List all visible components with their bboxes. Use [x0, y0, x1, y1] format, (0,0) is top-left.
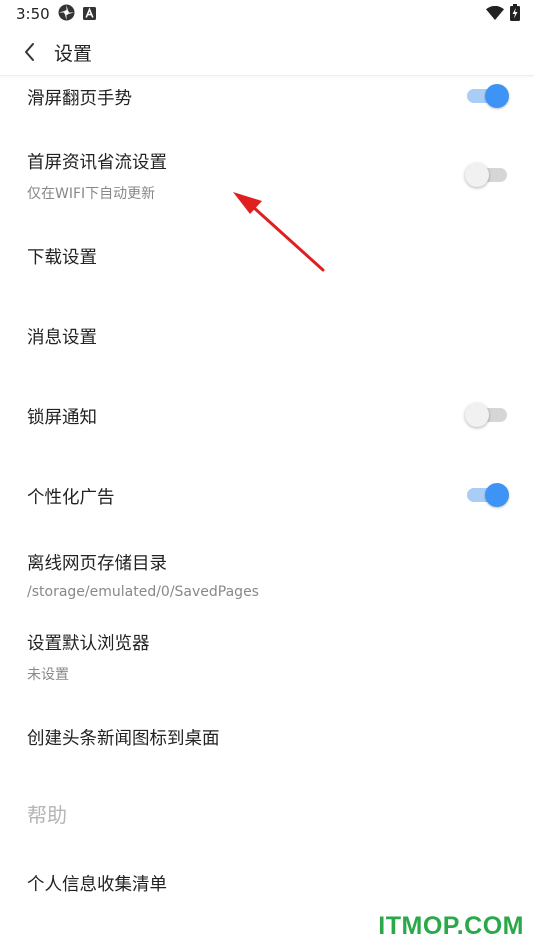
- setting-title: 消息设置: [27, 328, 97, 348]
- status-icons-left: [58, 4, 96, 25]
- lockscreen-toggle[interactable]: [465, 403, 507, 427]
- setting-title: 下载设置: [27, 248, 97, 268]
- setting-subtitle: 仅在WIFI下自动更新: [27, 186, 156, 202]
- back-button[interactable]: [16, 38, 44, 66]
- setting-title: 创建头条新闻图标到桌面: [27, 729, 220, 749]
- wifi-icon: [486, 5, 504, 24]
- data-saver-toggle[interactable]: [465, 163, 507, 187]
- setting-ads[interactable]: 个性化广告: [0, 476, 534, 516]
- chevron-left-icon: [25, 43, 34, 61]
- setting-offline-dir[interactable]: 离线网页存储目录 /storage/emulated/0/SavedPages: [0, 542, 534, 608]
- setting-title: 离线网页存储目录: [27, 554, 167, 574]
- status-icons-right: [486, 3, 520, 25]
- setting-title: 锁屏通知: [27, 408, 97, 428]
- setting-lockscreen[interactable]: 锁屏通知: [0, 396, 534, 436]
- help-section-header: 帮助: [27, 803, 67, 827]
- page-title: 设置: [54, 43, 93, 65]
- app-bar: 设置: [0, 28, 534, 76]
- setting-data-saver[interactable]: 首屏资讯省流设置 仅在WIFI下自动更新: [0, 140, 534, 210]
- setting-subtitle: 未设置: [27, 667, 69, 683]
- setting-subtitle: /storage/emulated/0/SavedPages: [27, 584, 259, 600]
- setting-title: 个性化广告: [27, 488, 115, 508]
- ads-toggle[interactable]: [467, 483, 509, 507]
- setting-swipe-page[interactable]: 滑屏翻页手势: [0, 78, 534, 114]
- battery-charging-icon: [510, 3, 520, 25]
- setting-title: 首屏资讯省流设置: [27, 153, 167, 173]
- setting-download[interactable]: 下载设置: [0, 236, 534, 276]
- setting-title: 个人信息收集清单: [27, 875, 167, 895]
- setting-default-browser[interactable]: 设置默认浏览器 未设置: [0, 622, 534, 688]
- setting-message[interactable]: 消息设置: [0, 316, 534, 356]
- status-bar: 3:50: [0, 0, 534, 28]
- a-badge-icon: [83, 5, 96, 24]
- setting-shortcut[interactable]: 创建头条新闻图标到桌面: [0, 716, 534, 758]
- swipe-page-toggle[interactable]: [467, 84, 509, 108]
- setting-personal-info[interactable]: 个人信息收集清单: [0, 862, 534, 904]
- status-time: 3:50: [16, 5, 50, 23]
- setting-title: 滑屏翻页手势: [27, 89, 132, 109]
- setting-title: 设置默认浏览器: [27, 634, 150, 654]
- settings-wheel-icon: [58, 4, 75, 25]
- watermark-logo: ITMOP.COM: [378, 912, 524, 940]
